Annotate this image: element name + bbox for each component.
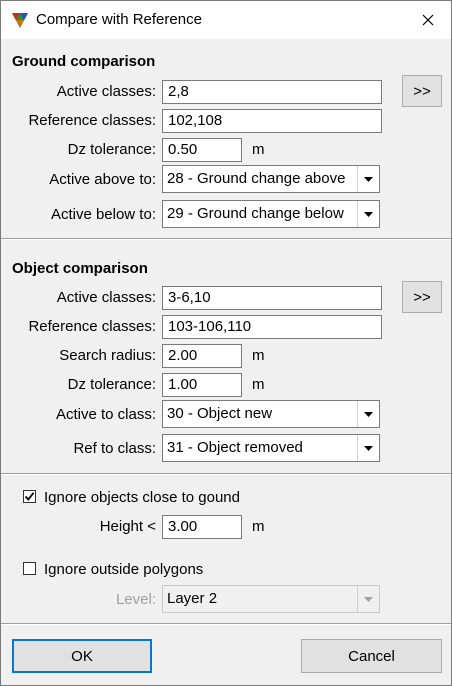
chevron-down-icon[interactable]: [357, 586, 379, 612]
close-icon: [422, 14, 434, 26]
ground-reference-classes-field[interactable]: 102,108: [162, 109, 382, 133]
section-divider: [1, 238, 451, 240]
object-search-radius-label: Search radius:: [59, 347, 156, 364]
height-field[interactable]: 3.00: [162, 515, 242, 539]
cancel-button[interactable]: Cancel: [301, 639, 442, 673]
section-divider: [1, 623, 451, 625]
ok-button[interactable]: OK: [12, 639, 152, 673]
ground-active-above-label: Active above to:: [49, 171, 156, 188]
object-reference-classes-label: Reference classes:: [28, 318, 156, 335]
object-search-radius-field[interactable]: 2.00: [162, 344, 242, 368]
object-active-classes-label: Active classes:: [56, 289, 156, 306]
close-button[interactable]: [405, 1, 451, 39]
object-ref-to-class-value: 31 - Object removed: [167, 439, 303, 456]
ground-browse-button[interactable]: >>: [402, 75, 442, 107]
object-ref-to-class-select[interactable]: 31 - Object removed: [162, 434, 380, 462]
compare-with-reference-dialog: Compare with Reference Ground comparison…: [0, 0, 452, 686]
ground-active-below-value: 29 - Ground change below: [167, 205, 344, 222]
object-dz-unit: m: [252, 376, 265, 393]
object-dz-tolerance-label: Dz tolerance:: [67, 376, 156, 393]
object-active-classes-field[interactable]: 3-6,10: [162, 286, 382, 310]
ground-active-below-label: Active below to:: [50, 206, 156, 223]
title-bar: Compare with Reference: [1, 1, 451, 39]
ground-active-above-value: 28 - Ground change above: [167, 170, 346, 187]
section-divider: [1, 473, 451, 475]
ground-active-above-select[interactable]: 28 - Ground change above: [162, 165, 380, 193]
ground-dz-tolerance-field[interactable]: 0.50: [162, 138, 242, 162]
ground-dz-tolerance-label: Dz tolerance:: [67, 141, 156, 158]
ground-active-below-select[interactable]: 29 - Ground change below: [162, 200, 380, 228]
chevron-down-icon[interactable]: [357, 401, 379, 427]
level-label: Level:: [115, 591, 156, 608]
height-unit: m: [252, 518, 265, 535]
object-browse-button[interactable]: >>: [402, 281, 442, 313]
ground-active-classes-field[interactable]: 2,8: [162, 80, 382, 104]
ground-reference-classes-label: Reference classes:: [28, 112, 156, 129]
chevron-down-icon[interactable]: [357, 201, 379, 227]
ground-active-classes-label: Active classes:: [56, 83, 156, 100]
object-reference-classes-field[interactable]: 103-106,110: [162, 315, 382, 339]
object-dz-tolerance-field[interactable]: 1.00: [162, 373, 242, 397]
height-label: Height <: [99, 518, 156, 535]
object-search-radius-unit: m: [252, 347, 265, 364]
ignore-outside-checkbox[interactable]: [23, 562, 36, 575]
ignore-outside-label: Ignore outside polygons: [44, 561, 204, 578]
object-active-to-class-value: 30 - Object new: [167, 405, 273, 422]
ground-section-title: Ground comparison: [12, 53, 156, 70]
app-icon: [12, 13, 28, 28]
chevron-down-icon[interactable]: [357, 166, 379, 192]
ignore-close-checkbox[interactable]: [23, 490, 36, 503]
object-ref-to-class-label: Ref to class:: [73, 440, 156, 457]
ground-dz-unit: m: [252, 141, 265, 158]
object-active-to-class-select[interactable]: 30 - Object new: [162, 400, 380, 428]
object-section-title: Object comparison: [12, 260, 148, 277]
ignore-close-label: Ignore objects close to gound: [44, 489, 240, 506]
level-select[interactable]: Layer 2: [162, 585, 380, 613]
level-value: Layer 2: [167, 590, 218, 607]
object-active-to-class-label: Active to class:: [55, 406, 156, 423]
checkmark-icon: [24, 492, 35, 501]
window-title: Compare with Reference: [36, 11, 202, 28]
chevron-down-icon[interactable]: [357, 435, 379, 461]
